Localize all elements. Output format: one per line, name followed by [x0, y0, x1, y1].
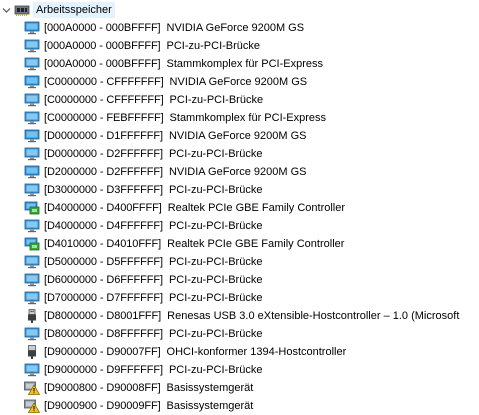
memory-range: [C0000000 - CFFFFFFF] — [44, 76, 164, 88]
tree-item[interactable]: [D2000000 - D2FFFFFF] NVIDIA GeForce 9200… — [24, 163, 307, 181]
tree-item[interactable]: [D9000800 - D90008FF] Basissystemgerät — [24, 379, 253, 397]
warning-device-icon — [24, 381, 40, 395]
device-name: Renesas USB 3.0 eXtensible-Hostcontrolle… — [167, 310, 460, 322]
memory-range: [D4010000 - D4010FFF] — [44, 238, 162, 250]
collapse-chevron-icon[interactable] — [2, 6, 11, 15]
memory-range: [D6000000 - D6FFFFFF] — [44, 274, 163, 286]
display-adapter-icon — [24, 75, 40, 89]
network-adapter-icon — [24, 237, 40, 251]
tree-node-arbeitsspeicher[interactable]: Arbeitsspeicher — [2, 1, 115, 19]
device-name: Stammkomplex für PCI-Express — [169, 112, 327, 124]
memory-range: [C0000000 - CFFFFFFF] — [44, 94, 164, 106]
device-name: PCI-zu-PCI-Brücke — [168, 184, 263, 196]
tree-node-label: Arbeitsspeicher — [33, 2, 115, 18]
device-name: Basissystemgerät — [166, 400, 254, 412]
system-device-icon — [24, 93, 40, 107]
device-name: Realtek PCIe GBE Family Controller — [167, 238, 345, 250]
device-name: OHCI-konformer 1394-Hostcontroller — [166, 346, 347, 358]
system-device-icon — [24, 291, 40, 305]
memory-range: [000A0000 - 000BFFFF] — [44, 22, 161, 34]
tree-item[interactable]: [D8000000 - D8FFFFFF] PCI-zu-PCI-Brücke — [24, 325, 262, 343]
memory-range: [D9000000 - D9FFFFFF] — [44, 364, 163, 376]
tree-item[interactable]: [D0000000 - D1FFFFFF] NVIDIA GeForce 9200… — [24, 127, 307, 145]
system-device-icon — [24, 57, 40, 71]
tree-item[interactable]: [D3000000 - D3FFFFFF] PCI-zu-PCI-Brücke — [24, 181, 262, 199]
device-name: PCI-zu-PCI-Brücke — [168, 292, 263, 304]
tree-item[interactable]: [D9000900 - D90009FF] Basissystemgerät — [24, 397, 253, 415]
memory-range: [D8000000 - D8001FFF] — [44, 310, 162, 322]
system-device-icon — [24, 219, 40, 233]
memory-chip-icon — [14, 3, 30, 17]
tree-item[interactable]: [D4010000 - D4010FFF] Realtek PCIe GBE Fa… — [24, 235, 344, 253]
tree-item[interactable]: [000A0000 - 000BFFFF] PCI-zu-PCI-Brücke — [24, 37, 260, 55]
tree-item[interactable]: [C0000000 - CFFFFFFF] NVIDIA GeForce 9200… — [24, 73, 307, 91]
system-device-icon — [24, 255, 40, 269]
device-name: NVIDIA GeForce 9200M GS — [168, 130, 307, 142]
system-device-icon — [24, 147, 40, 161]
device-name: NVIDIA GeForce 9200M GS — [168, 166, 307, 178]
memory-range: [D4000000 - D400FFFF] — [44, 202, 162, 214]
device-name: PCI-zu-PCI-Brücke — [168, 328, 263, 340]
device-tree: Arbeitsspeicher [000A0000 - 000BFFFF] NVI… — [0, 0, 479, 415]
memory-range: [000A0000 - 000BFFFF] — [44, 40, 161, 52]
memory-range: [000A0000 - 000BFFFF] — [44, 58, 161, 70]
device-name: PCI-zu-PCI-Brücke — [168, 256, 263, 268]
display-adapter-icon — [24, 165, 40, 179]
display-adapter-icon — [24, 21, 40, 35]
tree-item[interactable]: [D6000000 - D6FFFFFF] PCI-zu-PCI-Brücke — [24, 271, 262, 289]
system-device-icon — [24, 39, 40, 53]
memory-range: [D9000900 - D90009FF] — [44, 400, 161, 412]
device-name: PCI-zu-PCI-Brücke — [169, 94, 264, 106]
display-adapter-icon — [24, 129, 40, 143]
device-name: Basissystemgerät — [166, 382, 254, 394]
device-name: Stammkomplex für PCI-Express — [166, 58, 323, 70]
firewire-controller-icon — [24, 345, 40, 359]
device-name: PCI-zu-PCI-Brücke — [166, 40, 261, 52]
system-device-icon — [24, 363, 40, 377]
tree-item[interactable]: [000A0000 - 000BFFFF] NVIDIA GeForce 9200… — [24, 19, 304, 37]
device-name: PCI-zu-PCI-Brücke — [168, 364, 263, 376]
tree-item[interactable]: [000A0000 - 000BFFFF] Stammkomplex für PC… — [24, 55, 323, 73]
device-name: PCI-zu-PCI-Brücke — [168, 274, 263, 286]
device-name: NVIDIA GeForce 9200M GS — [169, 76, 308, 88]
memory-range: [D9000800 - D90008FF] — [44, 382, 161, 394]
system-device-icon — [24, 327, 40, 341]
memory-range: [C0000000 - FEBFFFFF] — [44, 112, 164, 124]
memory-range: [D9000000 - D90007FF] — [44, 346, 161, 358]
usb-controller-icon — [24, 309, 40, 323]
memory-range: [D3000000 - D3FFFFFF] — [44, 184, 163, 196]
tree-item[interactable]: [D8000000 - D8001FFF] Renesas USB 3.0 eXt… — [24, 307, 459, 325]
memory-range: [D8000000 - D8FFFFFF] — [44, 328, 163, 340]
system-device-icon — [24, 273, 40, 287]
tree-item[interactable]: [D5000000 - D5FFFFFF] PCI-zu-PCI-Brücke — [24, 253, 262, 271]
memory-range: [D0000000 - D2FFFFFF] — [44, 148, 163, 160]
tree-item[interactable]: [D9000000 - D90007FF] OHCI-konformer 1394… — [24, 343, 346, 361]
network-adapter-icon — [24, 201, 40, 215]
device-name: PCI-zu-PCI-Brücke — [168, 220, 263, 232]
tree-item[interactable]: [D4000000 - D400FFFF] Realtek PCIe GBE Fa… — [24, 199, 345, 217]
warning-device-icon — [24, 399, 40, 413]
tree-item[interactable]: [C0000000 - CFFFFFFF] PCI-zu-PCI-Brücke — [24, 91, 263, 109]
memory-range: [D0000000 - D1FFFFFF] — [44, 130, 163, 142]
system-device-icon — [24, 111, 40, 125]
tree-item[interactable]: [D9000000 - D9FFFFFF] PCI-zu-PCI-Brücke — [24, 361, 262, 379]
device-name: Realtek PCIe GBE Family Controller — [167, 202, 346, 214]
tree-item[interactable]: [D7000000 - D7FFFFFF] PCI-zu-PCI-Brücke — [24, 289, 262, 307]
device-name: PCI-zu-PCI-Brücke — [168, 148, 263, 160]
tree-item[interactable]: [D4000000 - D4FFFFFF] PCI-zu-PCI-Brücke — [24, 217, 262, 235]
memory-range: [D5000000 - D5FFFFFF] — [44, 256, 163, 268]
memory-range: [D4000000 - D4FFFFFF] — [44, 220, 163, 232]
device-name: NVIDIA GeForce 9200M GS — [166, 22, 305, 34]
tree-item[interactable]: [D0000000 - D2FFFFFF] PCI-zu-PCI-Brücke — [24, 145, 262, 163]
memory-range: [D2000000 - D2FFFFFF] — [44, 166, 163, 178]
tree-item[interactable]: [C0000000 - FEBFFFFF] Stammkomplex für PC… — [24, 109, 326, 127]
memory-range: [D7000000 - D7FFFFFF] — [44, 292, 163, 304]
system-device-icon — [24, 183, 40, 197]
